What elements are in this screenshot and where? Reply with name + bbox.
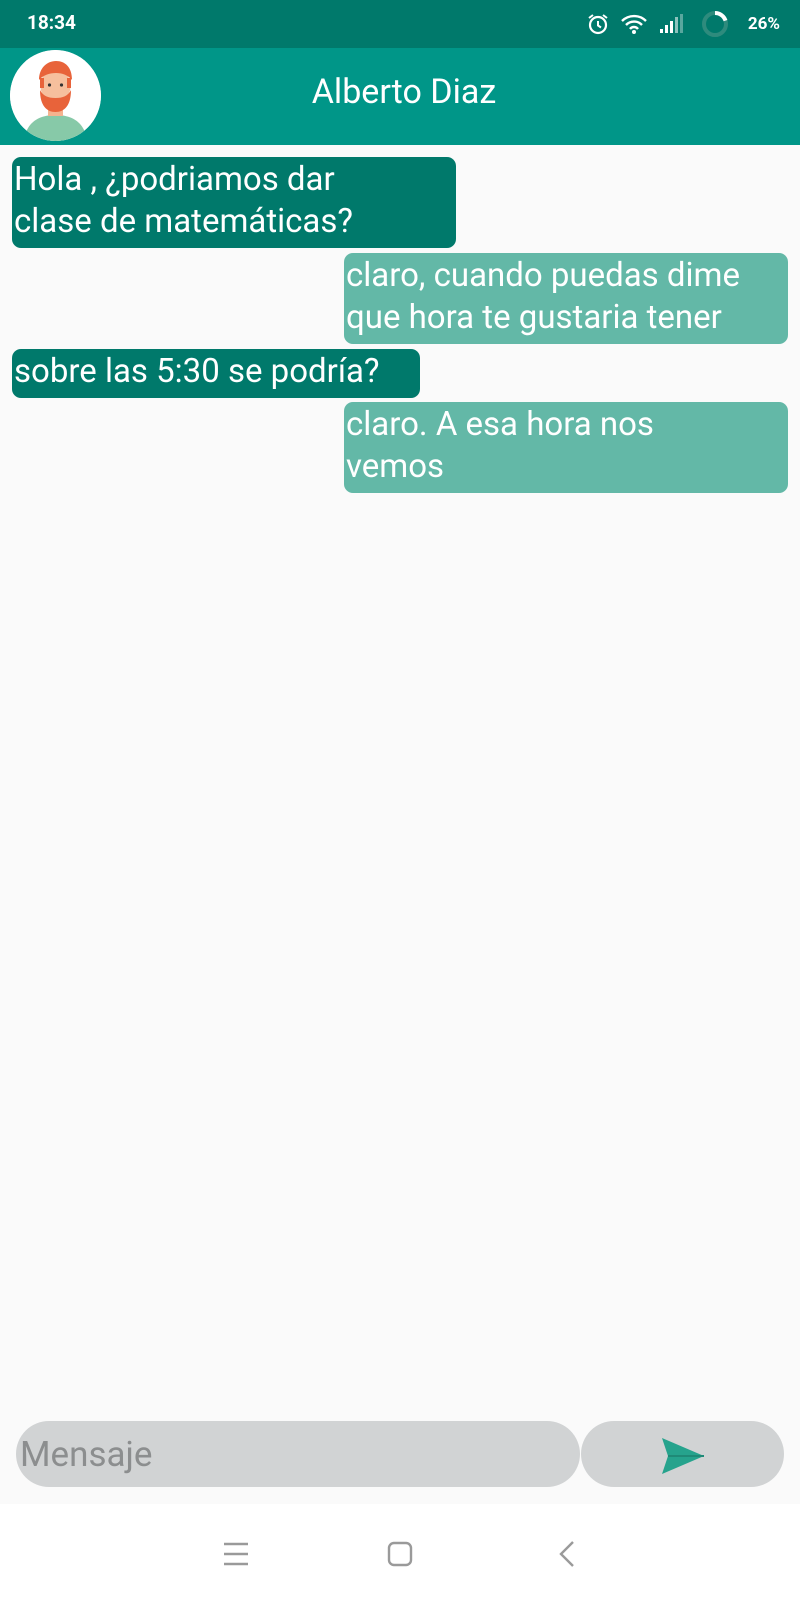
back-icon — [559, 1541, 574, 1567]
battery-percentage: 26% — [747, 14, 780, 34]
menu-button[interactable] — [212, 1530, 260, 1578]
back-button[interactable] — [544, 1530, 592, 1578]
send-icon — [662, 1438, 704, 1474]
app-bar: Alberto Diaz — [0, 48, 800, 145]
signal-icon — [658, 12, 684, 36]
status-time: 18:34 — [27, 11, 76, 34]
wifi-icon — [620, 12, 648, 36]
message-list[interactable]: Hola , ¿podriamos dar clase de matemátic… — [0, 145, 800, 1415]
message-bubble-sent[interactable]: claro, cuando puedas dime que hora te gu… — [344, 253, 788, 344]
message-composer — [0, 1420, 800, 1488]
status-icons: 26% — [586, 9, 780, 39]
message-input[interactable] — [16, 1421, 580, 1487]
home-icon — [387, 1541, 413, 1567]
home-button[interactable] — [376, 1530, 424, 1578]
alarm-icon — [586, 12, 610, 36]
message-bubble-sent[interactable]: claro. A esa hora nos vemos — [344, 402, 788, 493]
menu-icon — [224, 1542, 248, 1566]
navigation-bar — [0, 1504, 800, 1600]
battery-ring-icon — [700, 9, 730, 39]
message-bubble-received[interactable]: sobre las 5:30 se podría? — [12, 349, 420, 398]
status-bar: 18:34 26% — [0, 0, 800, 48]
message-bubble-received[interactable]: Hola , ¿podriamos dar clase de matemátic… — [12, 157, 456, 248]
contact-name: Alberto Diaz — [311, 72, 497, 112]
send-button[interactable] — [581, 1421, 784, 1487]
